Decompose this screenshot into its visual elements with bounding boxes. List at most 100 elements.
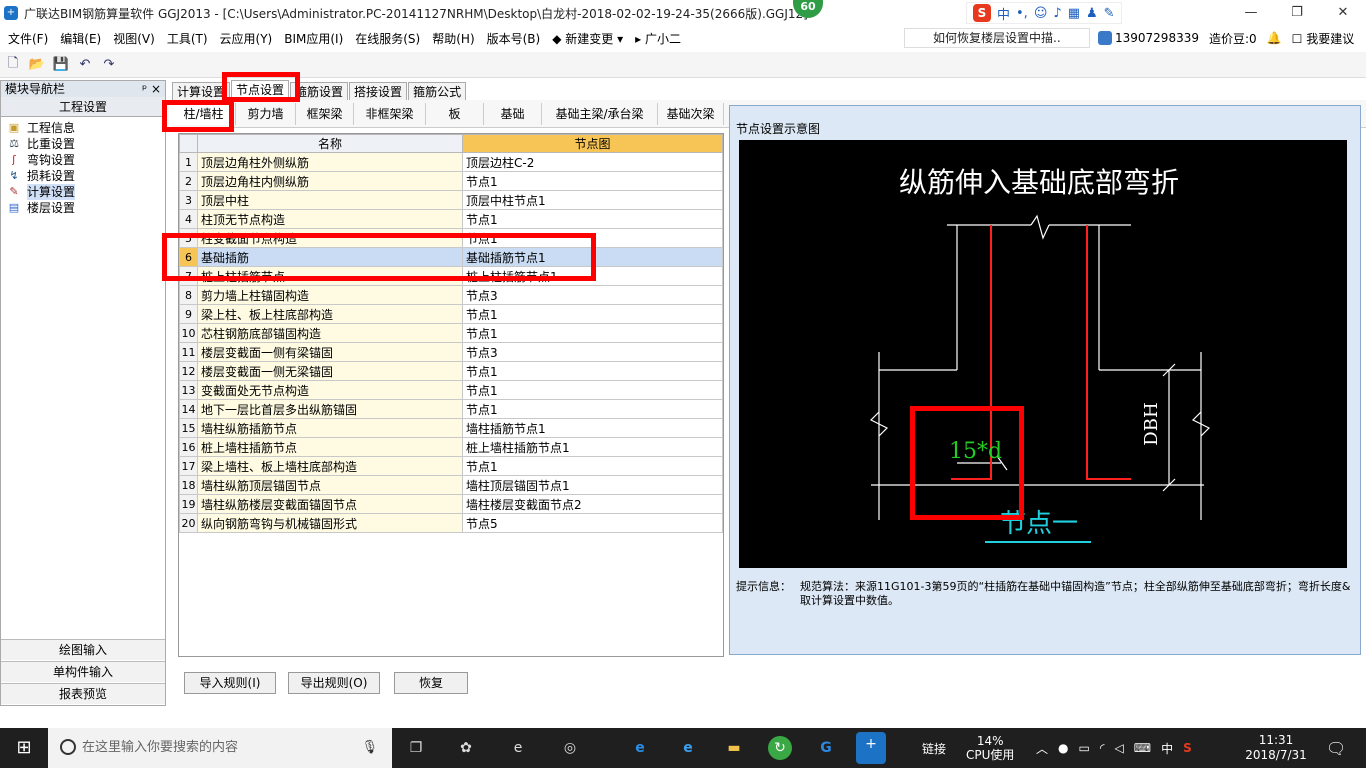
row-node[interactable]: 节点1 [462,304,723,324]
subtab-slab[interactable]: 板 [426,102,484,125]
row-name[interactable]: 基础插筋 [197,247,463,267]
tab-calc-settings[interactable]: 计算设置 [172,82,231,100]
row-name[interactable]: 桩上柱插筋节点 [197,266,463,286]
table-row[interactable]: 6 基础插筋 基础插筋节点1 [179,247,723,267]
row-name[interactable]: 顶层中柱 [197,190,463,210]
row-node[interactable]: 基础插筋节点1 [462,247,723,267]
browser-360-icon[interactable]: ↻ [768,736,792,760]
export-rules-button[interactable]: 导出规则(O) [288,672,380,694]
menu-edit[interactable]: 编辑(E) [56,30,105,47]
table-row[interactable]: 20 纵向钢筋弯钩与机械锚固形式 节点5 [179,513,723,533]
nav-item-density[interactable]: ⚖ 比重设置 [1,136,165,152]
mic-icon[interactable]: 🎙 [361,728,378,768]
redo-icon[interactable]: ↷ [100,56,118,74]
row-name[interactable]: 楼层变截面一侧无梁锚固 [197,361,463,381]
subtab-foundation[interactable]: 基础 [484,102,542,125]
emoji-icon[interactable]: ☺ [1034,6,1048,21]
battery-icon[interactable]: ▭ [1079,741,1090,755]
row-name[interactable]: 墙柱纵筋楼层变截面锚固节点 [197,494,463,514]
row-node[interactable]: 节点1 [462,323,723,343]
nav-item-floor[interactable]: ▤ 楼层设置 [1,200,165,216]
row-node[interactable]: 节点3 [462,285,723,305]
wifi-icon[interactable]: ◜ [1100,741,1105,755]
row-name[interactable]: 柱顶无节点构造 [197,209,463,229]
ggj-app-icon[interactable]: + [856,732,886,764]
subtab-foundation-main-beam[interactable]: 基础主梁/承台梁 [542,102,658,125]
menu-tools[interactable]: 工具(T) [163,30,212,47]
open-folder-icon[interactable]: 📂 [28,56,46,74]
menu-view[interactable]: 视图(V) [109,30,159,47]
file-explorer-icon[interactable]: ▬ [722,736,746,760]
nav-item-calc-settings[interactable]: ✎ 计算设置 [1,184,165,200]
sogou-tray-icon[interactable]: S [1183,741,1192,755]
table-row[interactable]: 3 顶层中柱 顶层中柱节点1 [179,190,723,210]
row-node[interactable]: 顶层边柱C-2 [462,152,723,172]
menu-bim[interactable]: BIM应用(I) [280,30,347,47]
table-row[interactable]: 14 地下一层比首层多出纵筋锚固 节点1 [179,399,723,419]
row-name[interactable]: 楼层变截面一侧有梁锚固 [197,342,463,362]
row-node[interactable]: 节点3 [462,342,723,362]
nav-pin-close[interactable]: ᵖ × [142,81,161,97]
row-node[interactable]: 墙柱插筋节点1 [462,418,723,438]
row-name[interactable]: 墙柱纵筋顶层锚固节点 [197,475,463,495]
tab-stirrup-formula[interactable]: 箍筋公式 [408,82,467,100]
table-row[interactable]: 4 柱顶无节点构造 节点1 [179,209,723,229]
row-name[interactable]: 梁上柱、板上柱底部构造 [197,304,463,324]
row-node[interactable]: 桩上墙柱插筋节点1 [462,437,723,457]
nav-section-title[interactable]: 工程设置 [1,97,165,117]
nav-report-preview[interactable]: 报表预览 [1,683,165,704]
nav-draw-input[interactable]: 绘图输入 [1,639,165,660]
menu-cloud[interactable]: 云应用(Y) [216,30,277,47]
ime-lang[interactable]: 中 [1161,740,1173,757]
row-node[interactable]: 节点1 [462,209,723,229]
save-icon[interactable]: 💾 [52,56,70,74]
row-name[interactable]: 柱变截面节点构造 [197,228,463,248]
row-node[interactable]: 桩上柱插筋节点1 [462,266,723,286]
close-icon[interactable]: ✕ [1320,0,1366,26]
glodon-g-icon[interactable]: G [814,736,838,760]
table-row[interactable]: 1 顶层边角柱外侧纵筋 顶层边柱C-2 [179,152,723,172]
row-node[interactable]: 顶层中柱节点1 [462,190,723,210]
minimize-icon[interactable]: — [1228,0,1274,26]
subtab-frame-beam[interactable]: 框架梁 [296,102,354,125]
new-file-icon[interactable]: 🗋 [4,56,22,74]
menu-online[interactable]: 在线服务(S) [351,30,424,47]
pinwheel-app-icon[interactable]: ✿ [454,736,478,760]
table-row[interactable]: 15 墙柱纵筋插筋节点 墙柱插筋节点1 [179,418,723,438]
row-node[interactable]: 墙柱顶层锚固节点1 [462,475,723,495]
row-name[interactable]: 墙柱纵筋插筋节点 [197,418,463,438]
ime-toolbar[interactable]: S 中 •, ☺ ♪ ▦ ♟ ✎ [966,2,1122,24]
restore-button[interactable]: 恢复 [394,672,468,694]
ime-punct-label[interactable]: •, [1016,6,1028,21]
tab-lap-settings[interactable]: 搭接设置 [349,82,408,100]
nav-item-loss[interactable]: ↯ 损耗设置 [1,168,165,184]
ime-lang-label[interactable]: 中 [997,4,1010,23]
user-account[interactable]: 13907298339 [1098,31,1199,46]
subtab-foundation-secondary-beam[interactable]: 基础次梁 [658,102,724,125]
sogou-icon[interactable]: S [973,4,991,22]
tab-node-settings[interactable]: 节点设置 [231,80,290,100]
edge-icon[interactable]: e [628,736,652,760]
table-row[interactable]: 7 桩上柱插筋节点 桩上柱插筋节点1 [179,266,723,286]
table-row[interactable]: 5 柱变截面节点构造 节点1 [179,228,723,248]
row-node[interactable]: 墙柱楼层变截面节点2 [462,494,723,514]
table-row[interactable]: 10 芯柱钢筋底部锚固构造 节点1 [179,323,723,343]
row-node[interactable]: 节点1 [462,171,723,191]
keyboard-icon[interactable]: ▦ [1068,6,1080,21]
row-node[interactable]: 节点5 [462,513,723,533]
menu-version[interactable]: 版本号(B) [483,30,545,47]
row-node[interactable]: 节点1 [462,399,723,419]
windows-start-icon[interactable]: ⊞ [0,728,48,768]
tray-notify-icon[interactable]: ● [1058,741,1068,755]
row-name[interactable]: 纵向钢筋弯钩与机械锚固形式 [197,513,463,533]
ie-old-icon[interactable]: e [506,736,530,760]
skin-icon[interactable]: ♟ [1086,6,1098,21]
table-row[interactable]: 16 桩上墙柱插筋节点 桩上墙柱插筋节点1 [179,437,723,457]
row-name[interactable]: 桩上墙柱插筋节点 [197,437,463,457]
action-center-icon[interactable]: 🗨 [1326,728,1346,768]
row-name[interactable]: 变截面处无节点构造 [197,380,463,400]
keyboard-icon[interactable]: ⌨ [1134,741,1151,755]
nav-single-input[interactable]: 单构件输入 [1,661,165,682]
table-row[interactable]: 19 墙柱纵筋楼层变截面锚固节点 墙柱楼层变截面节点2 [179,494,723,514]
table-row[interactable]: 18 墙柱纵筋顶层锚固节点 墙柱顶层锚固节点1 [179,475,723,495]
